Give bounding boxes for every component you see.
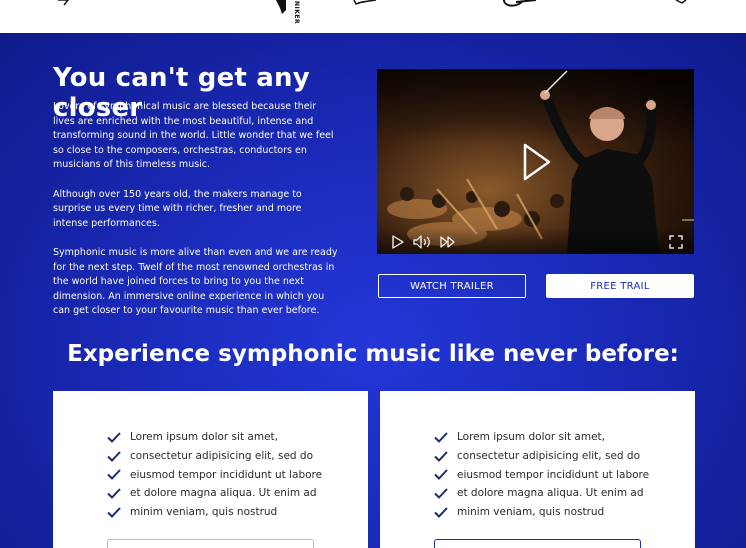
feature-text: et dolore magna aliqua. Ut enim ad [457,487,644,500]
checkmark-icon [107,432,121,443]
partner-logo-bar: NIKER [0,0,746,33]
checkmark-icon [434,450,448,462]
checkmark-icon [107,450,121,462]
feature-text: consectetur adipisicing elit, sed do [130,450,314,463]
checkmark-icon [107,469,121,481]
list-item: eiusmod tempor incididunt ut labore [434,465,649,484]
partner-logo-5 [675,0,687,4]
checkmark-icon [434,488,448,499]
play-small-icon[interactable] [392,235,404,249]
free-trail-button[interactable]: FREE TRAIL [546,274,694,298]
list-item: et dolore magna aliqua. Ut enim ad [434,484,649,503]
video-player[interactable] [377,69,694,254]
feature-text: eiusmod tempor incididunt ut labore [130,468,323,481]
feature-text: Lorem ipsum dolor sit amet, [457,431,605,444]
list-item: minim veniam, quis nostrud [107,503,322,522]
play-icon[interactable] [522,143,552,181]
checkmark-icon [434,469,448,481]
list-item: consectetur adipisicing elit, sed do [434,447,649,466]
checkmark-icon [434,506,448,518]
intro-paragraph: Symphonic music is more alive than even … [53,246,338,317]
fullscreen-icon[interactable] [669,235,683,249]
partner-logo-2 [276,0,286,14]
card-button[interactable] [434,539,641,548]
volume-icon[interactable] [413,235,433,249]
partner-logo-4 [503,0,537,7]
list-item: consectetur adipisicing elit, sed do [107,447,322,466]
checkmark-icon [107,506,121,518]
feature-text: minim veniam, quis nostrud [457,506,605,519]
checkmark-icon [434,432,448,443]
feature-card: Lorem ipsum dolor sit amet, consectetur … [53,391,368,548]
intro-body: Lovers of symphonical music are blessed … [53,100,338,334]
intro-paragraph: Although over 150 years old, the makers … [53,188,302,229]
partner-logo-1 [58,0,69,6]
intro-paragraph: Lovers of symphonical music are blessed … [53,101,334,171]
partner-logo-3 [353,0,377,5]
list-item: et dolore magna aliqua. Ut enim ad [107,484,322,503]
list-item: eiusmod tempor incididunt ut labore [107,465,322,484]
feature-text: consectetur adipisicing elit, sed do [457,450,641,463]
section-title: Experience symphonic music like never be… [67,341,679,367]
fast-forward-icon[interactable] [440,235,456,249]
list-item: minim veniam, quis nostrud [434,503,649,522]
partner-logo-2-text: NIKER [293,1,300,25]
feature-list: Lorem ipsum dolor sit amet, consectetur … [107,428,322,521]
feature-card: Lorem ipsum dolor sit amet, consectetur … [380,391,695,548]
card-button[interactable] [107,539,314,548]
feature-text: eiusmod tempor incididunt ut labore [457,468,650,481]
feature-text: et dolore magna aliqua. Ut enim ad [130,487,317,500]
feature-list: Lorem ipsum dolor sit amet, consectetur … [434,428,649,521]
watch-trailer-button[interactable]: WATCH TRAILER [378,274,526,298]
video-controls [377,228,694,254]
list-item: Lorem ipsum dolor sit amet, [434,428,649,447]
feature-text: minim veniam, quis nostrud [130,506,278,519]
list-item: Lorem ipsum dolor sit amet, [107,428,322,447]
feature-text: Lorem ipsum dolor sit amet, [130,431,278,444]
checkmark-icon [107,488,121,499]
